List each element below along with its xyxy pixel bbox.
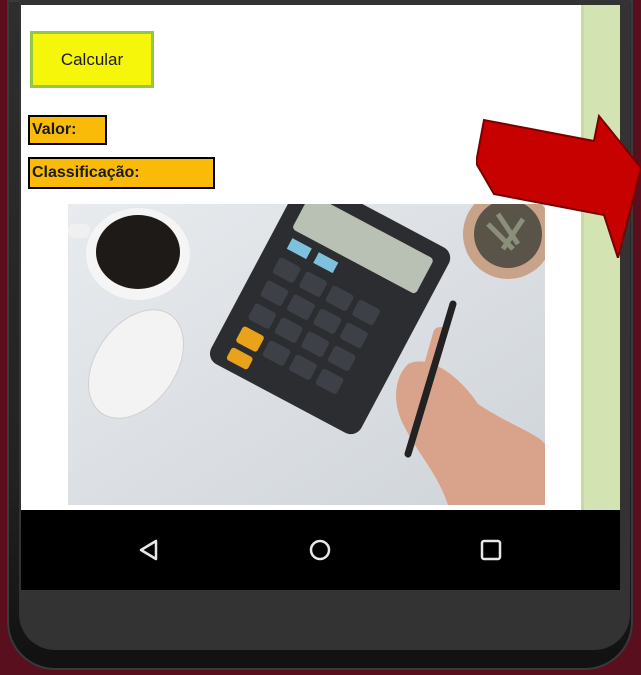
- navigation-bar: [21, 510, 620, 590]
- calcular-button[interactable]: Calcular: [30, 31, 154, 88]
- recent-apps-icon: [480, 539, 502, 561]
- red-arrow-icon: [476, 113, 641, 258]
- calcular-button-label: Calcular: [60, 49, 124, 69]
- back-icon: [139, 539, 158, 561]
- back-button[interactable]: [129, 532, 169, 568]
- photo-illustration: [68, 204, 545, 505]
- home-icon: [309, 539, 331, 561]
- value-label: Valor:: [28, 115, 107, 145]
- classification-label: Classificação:: [28, 157, 215, 189]
- calculator-photo: [68, 204, 545, 505]
- recent-apps-button[interactable]: [471, 532, 511, 568]
- home-button[interactable]: [300, 532, 340, 568]
